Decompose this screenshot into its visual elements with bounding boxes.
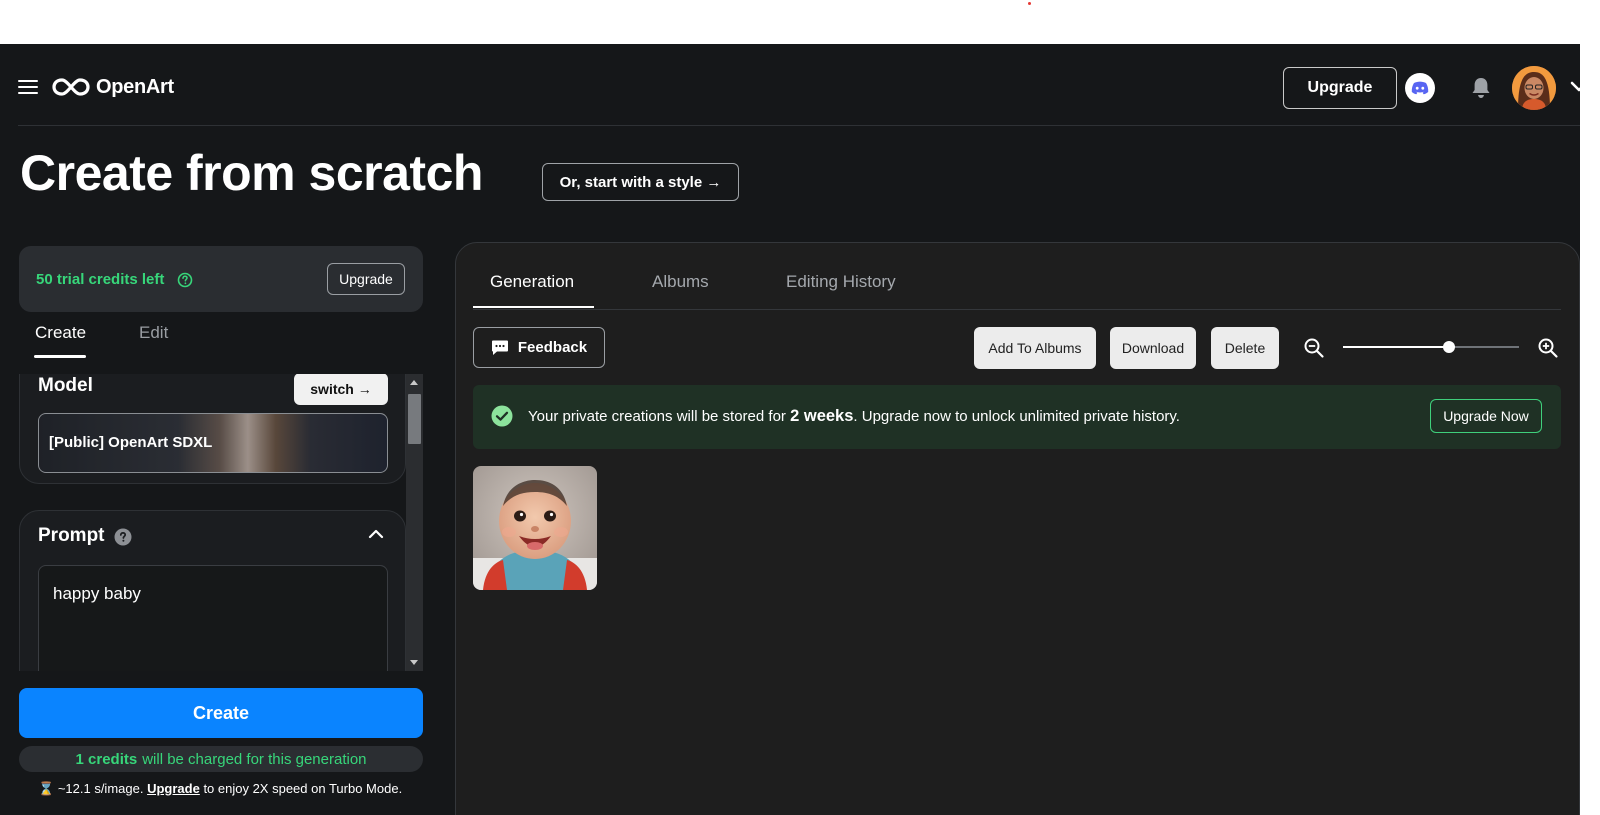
header-upgrade-button[interactable]: Upgrade xyxy=(1283,67,1397,109)
brand-name[interactable]: OpenArt xyxy=(96,76,174,99)
notice-before: Your private creations will be stored fo… xyxy=(528,408,786,425)
switch-model-button[interactable]: switch → xyxy=(294,374,388,405)
prompt-card: Prompt xyxy=(19,510,406,671)
model-selector[interactable]: [Public] OpenArt SDXL xyxy=(38,413,388,473)
browser-top-strip xyxy=(0,0,1600,44)
zoom-in-icon[interactable] xyxy=(1537,337,1559,359)
start-with-style-button[interactable]: Or, start with a style → xyxy=(542,163,739,201)
feedback-button[interactable]: Feedback xyxy=(473,327,605,368)
delete-button[interactable]: Delete xyxy=(1211,327,1279,369)
check-circle-icon xyxy=(491,405,513,427)
model-label: Model xyxy=(38,375,93,396)
feedback-label: Feedback xyxy=(517,339,588,356)
gallery-panel: Generation Albums Editing History Feedba… xyxy=(455,242,1580,815)
tabs-divider xyxy=(473,309,1561,310)
message-icon xyxy=(491,340,508,355)
download-button[interactable]: Download xyxy=(1110,327,1196,369)
tab-create[interactable]: Create xyxy=(35,323,86,343)
credit-charge-info: 1 credits will be charged for this gener… xyxy=(19,746,423,772)
question-circle-icon[interactable] xyxy=(114,528,132,546)
tab-generation-underline xyxy=(473,306,594,308)
infinity-logo-icon[interactable] xyxy=(52,76,90,98)
hamburger-menu-icon[interactable] xyxy=(18,79,38,95)
question-circle-icon[interactable] xyxy=(177,272,193,288)
speed-note: ⌛ ~12.1 s/image. Upgrade to enjoy 2X spe… xyxy=(38,781,402,797)
trial-credits-text: 50 trial credits left xyxy=(36,271,165,288)
model-card: Model switch → [Public] OpenArt SDXL xyxy=(19,374,406,484)
generated-image-baby[interactable] xyxy=(473,466,597,590)
tab-create-underline xyxy=(34,355,86,358)
charge-suffix: will be charged for this generation xyxy=(142,750,367,768)
create-button[interactable]: Create xyxy=(19,688,423,738)
zoom-out-icon[interactable] xyxy=(1303,337,1325,359)
scroll-down-arrow-icon[interactable] xyxy=(410,660,418,665)
zoom-slider-thumb[interactable] xyxy=(1442,341,1455,353)
storage-notice-text: Your private creations will be stored fo… xyxy=(528,407,1180,426)
turbo-upgrade-link[interactable]: Upgrade xyxy=(147,781,200,796)
storage-notice-banner: Your private creations will be stored fo… xyxy=(473,385,1561,449)
add-to-albums-button[interactable]: Add To Albums xyxy=(974,327,1096,369)
charge-amount: 1 credits xyxy=(75,750,138,768)
prompt-input[interactable] xyxy=(38,565,388,671)
tab-editing-history[interactable]: Editing History xyxy=(786,272,896,292)
top-header: OpenArt Upgrade xyxy=(18,44,1588,126)
scroll-up-arrow-icon[interactable] xyxy=(410,380,418,385)
settings-scrollbar[interactable] xyxy=(406,374,423,671)
tab-edit[interactable]: Edit xyxy=(139,323,168,343)
prompt-label: Prompt xyxy=(38,525,105,546)
zoom-slider[interactable] xyxy=(1343,336,1519,358)
page-scrollbar-track[interactable] xyxy=(1580,44,1600,815)
scrollbar-thumb[interactable] xyxy=(408,394,421,444)
speed-suffix: to enjoy 2X speed on Turbo Mode. xyxy=(203,781,403,796)
model-name: [Public] OpenArt SDXL xyxy=(49,434,213,451)
chevron-up-icon[interactable] xyxy=(368,529,384,539)
red-dot xyxy=(1028,2,1031,5)
bell-icon[interactable] xyxy=(1471,77,1491,99)
zoom-slider-fill xyxy=(1343,346,1449,348)
user-avatar[interactable] xyxy=(1512,66,1556,110)
notice-after: . Upgrade now to unlock unlimited privat… xyxy=(853,408,1180,425)
upgrade-now-button[interactable]: Upgrade Now xyxy=(1430,399,1542,433)
credits-upgrade-button[interactable]: Upgrade xyxy=(327,263,405,295)
notice-highlight: 2 weeks xyxy=(790,407,854,425)
settings-scroll-area: Model switch → [Public] OpenArt SDXL Pro… xyxy=(19,374,423,671)
discord-icon[interactable] xyxy=(1405,73,1435,103)
page-title: Create from scratch xyxy=(20,145,483,201)
hourglass-icon: ⌛ xyxy=(38,781,55,796)
app-root: OpenArt Upgrade Create from scratch Or, … xyxy=(0,44,1600,815)
speed-prefix: ~12.1 s/image. xyxy=(57,781,144,796)
tab-albums[interactable]: Albums xyxy=(652,272,709,292)
trial-credits-box: 50 trial credits left Upgrade xyxy=(19,246,423,312)
tab-generation[interactable]: Generation xyxy=(490,272,574,292)
